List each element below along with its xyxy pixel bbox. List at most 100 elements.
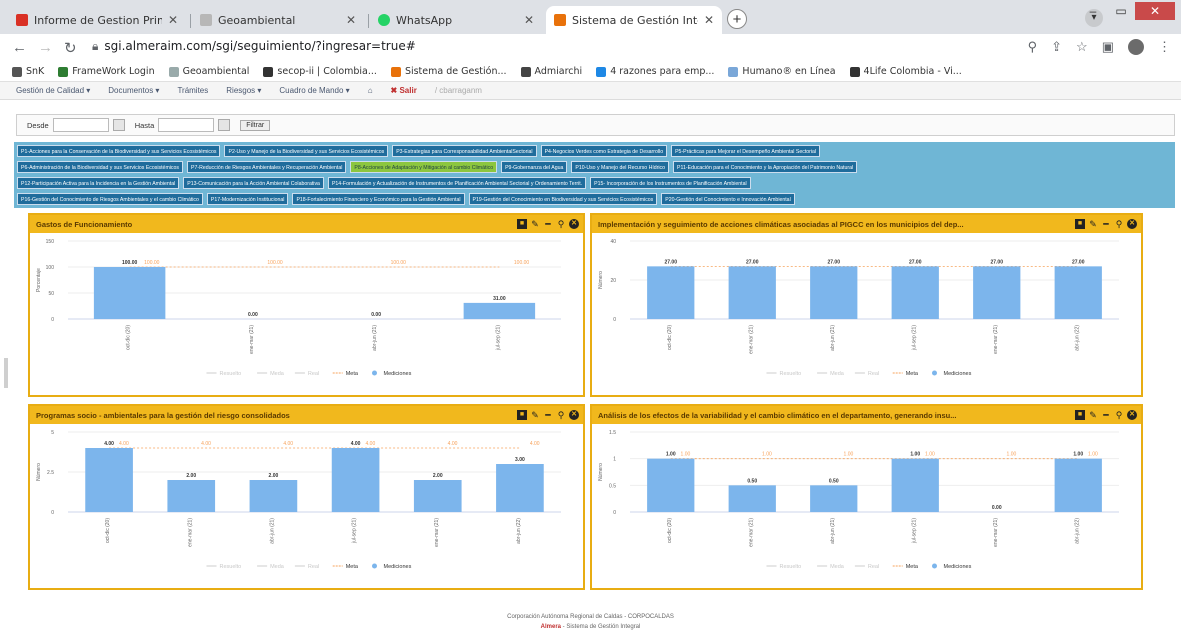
menu-gestion-calidad[interactable]: Gestión de Calidad ▾ [16,86,90,95]
reload-icon[interactable]: ↻ [64,39,77,57]
to-date-input[interactable] [158,118,215,132]
zoom-icon[interactable]: ⚲ [1114,219,1124,229]
back-arrow-icon[interactable]: ← [12,39,27,56]
program-button[interactable]: P12-Participación Activa para la Inciden… [17,177,180,189]
legend-item[interactable]: Resuelto [766,564,802,570]
edit-icon[interactable]: ✎ [1088,219,1098,229]
bookmark-item[interactable]: Admiarchi [520,66,582,77]
program-button[interactable]: P11-Educación para el Conocimiento y la … [673,161,858,173]
exit-button[interactable]: ✖ Salir [391,86,417,95]
zoom-icon[interactable]: ⚲ [1114,410,1124,420]
browser-tab-2[interactable]: Geoambiental ✕ [192,6,364,34]
close-tab-icon[interactable]: ✕ [524,13,534,27]
share-icon[interactable]: ⇪ [1051,39,1062,55]
edit-icon[interactable]: ✎ [530,410,540,420]
minimize-icon[interactable]: ━ [543,219,553,229]
calendar-icon[interactable] [112,119,125,131]
program-button[interactable]: P16-Gestión del Conocimiento de Riesgos … [17,193,203,205]
minimize-icon[interactable]: – [1079,2,1107,20]
export-icon[interactable]: ■ [1075,219,1085,229]
export-icon[interactable]: ■ [517,219,527,229]
program-button[interactable]: P2-Uso y Manejo de la Biodiversidad y su… [224,145,389,157]
bookmark-item[interactable]: FrameWork Login [58,66,155,77]
filter-button[interactable]: Filtrar [240,119,271,131]
close-tab-icon[interactable]: ✕ [168,13,178,27]
close-window-icon[interactable]: ✕ [1135,2,1175,20]
legend-item[interactable]: Meta [332,564,359,570]
edit-icon[interactable]: ✎ [530,219,540,229]
bookmark-item[interactable]: SnK [12,66,44,77]
legend-item[interactable]: Real [854,371,879,377]
program-button[interactable]: P4-Negocios Verdes como Estrategia de De… [540,145,668,157]
export-icon[interactable]: ■ [1075,410,1085,420]
calendar-icon[interactable] [218,119,231,131]
maximize-icon[interactable]: ▭ [1107,2,1135,20]
menu-kebab-icon[interactable]: ⋮ [1158,39,1171,55]
legend-item[interactable]: Real [294,564,319,570]
avatar[interactable] [1128,39,1144,55]
program-button[interactable]: P1-Acciones para la Conservación de la B… [17,145,221,157]
legend-item[interactable]: Resuelto [766,371,802,377]
legend-item[interactable]: Mediciones [932,563,972,571]
program-button[interactable]: P10-Uso y Manejo del Recurso Hídrico [571,161,670,173]
program-button[interactable]: P7-Reducción de Riesgos Ambientales y Re… [187,161,347,173]
program-button[interactable]: P14-Formulación y Actualización de Instr… [327,177,587,189]
forward-arrow-icon[interactable]: → [38,39,53,56]
program-button[interactable]: P6-Administración de la Biodiversidad y … [17,161,183,173]
program-button[interactable]: P15- Incorporación de los Instrumentos d… [590,177,751,189]
legend-item[interactable]: Real [294,371,319,377]
close-icon[interactable]: ✕ [569,219,579,229]
menu-tramites[interactable]: Trámites [177,86,208,95]
menu-cuadro-mando[interactable]: Cuadro de Mando ▾ [279,86,349,95]
menu-documentos[interactable]: Documentos ▾ [108,86,159,95]
legend-item[interactable]: Real [854,564,879,570]
legend-item[interactable]: Meta [892,371,919,377]
bookmark-item[interactable]: Humano® en Línea [728,66,836,77]
program-button[interactable]: P13-Comunicación para la Acción Ambienta… [183,177,324,189]
program-button[interactable]: P17-Modernización Institucional [206,193,289,205]
legend-item[interactable]: Mediciones [932,370,972,378]
legend-item[interactable]: Mediciones [372,370,412,378]
bookmark-item[interactable]: 4 razones para emp... [596,66,714,77]
legend-item[interactable]: Resuelto [206,564,242,570]
minimize-icon[interactable]: ━ [543,410,553,420]
program-button[interactable]: P5-Prácticas para Mejorar el Desempeño A… [671,145,821,157]
program-button[interactable]: P18-Fortalecimiento Financiero y Económi… [292,193,465,205]
legend-item[interactable]: Meda [817,371,845,377]
bookmark-item[interactable]: secop-ii | Colombia... [263,66,377,77]
scrollbar[interactable] [4,358,8,388]
program-button[interactable]: P8-Acciones de Adaptación y Mitigación a… [350,161,498,173]
legend-item[interactable]: Mediciones [372,563,412,571]
export-icon[interactable]: ■ [517,410,527,420]
edit-icon[interactable]: ✎ [1088,410,1098,420]
close-tab-icon[interactable]: ✕ [704,13,714,27]
legend-item[interactable]: Meta [332,371,359,377]
bookmark-item[interactable]: Sistema de Gestión... [390,66,507,77]
minimize-icon[interactable]: ━ [1101,219,1111,229]
close-tab-icon[interactable]: ✕ [346,13,356,27]
zoom-icon[interactable]: ⚲ [556,410,566,420]
legend-item[interactable]: Meda [257,564,285,570]
program-button[interactable]: P19-Gestión del Conocimiento en Biodiver… [468,193,658,205]
new-tab-button[interactable]: + [727,9,747,29]
url-field[interactable]: 🔒︎ sgi.almeraim.com/sgi/seguimiento/?ingr… [92,39,416,54]
close-icon[interactable]: ✕ [1127,410,1137,420]
zoom-icon[interactable]: ⚲ [1028,39,1038,55]
browser-tab-4[interactable]: Sistema de Gestión Integral - Al ✕ [546,6,722,34]
legend-item[interactable]: Meta [892,564,919,570]
browser-tab-3[interactable]: WhatsApp ✕ [370,6,542,34]
browser-tab-1[interactable]: Informe de Gestion Primer seme ✕ [8,6,186,34]
legend-item[interactable]: Meda [257,371,285,377]
zoom-icon[interactable]: ⚲ [556,219,566,229]
bookmark-item[interactable]: Geoambiental [168,66,249,77]
menu-riesgos[interactable]: Riesgos ▾ [226,86,261,95]
star-icon[interactable]: ☆ [1076,39,1088,55]
sidepanel-icon[interactable]: ▣ [1102,39,1114,55]
home-icon[interactable]: ⌂ [368,86,373,95]
from-date-input[interactable] [52,118,109,132]
close-icon[interactable]: ✕ [1127,219,1137,229]
legend-item[interactable]: Meda [817,564,845,570]
legend-item[interactable]: Resuelto [206,371,242,377]
minimize-icon[interactable]: ━ [1101,410,1111,420]
program-button[interactable]: P20-Gestión del Conocimiento e Innovació… [661,193,795,205]
